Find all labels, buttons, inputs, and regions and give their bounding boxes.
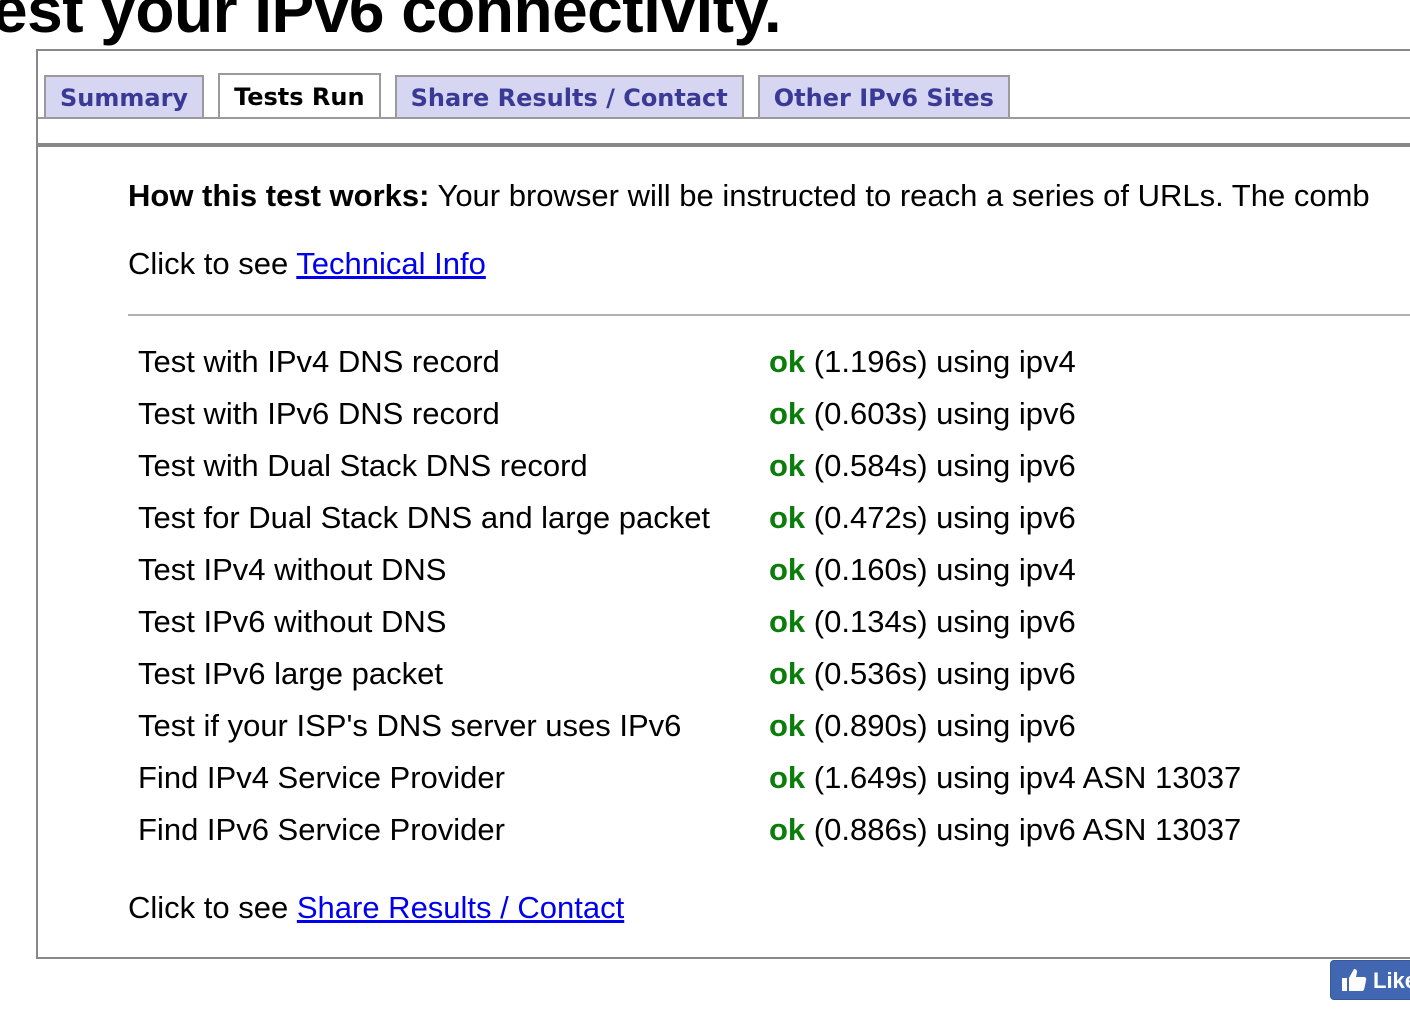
test-label: Test with Dual Stack DNS record (138, 448, 588, 483)
page: est your IPv6 connectivity. Summary Test… (0, 0, 1410, 1028)
test-result: ok (0.160s) using ipv4 (769, 544, 1076, 596)
technical-info-prefix: Click to see (128, 246, 297, 281)
technical-info-link[interactable]: Technical Info (296, 246, 486, 281)
how-test-works-heading: How this test works: (128, 178, 430, 213)
like-label: Like (1373, 968, 1410, 993)
share-results-prefix: Click to see (128, 890, 297, 925)
tab-share-results-contact[interactable]: Share Results / Contact (394, 75, 744, 119)
test-detail: (0.890s) using ipv6 (805, 708, 1076, 743)
status-ok: ok (769, 552, 806, 587)
test-label: Test for Dual Stack DNS and large packet (138, 500, 711, 535)
test-result: ok (0.603s) using ipv6 (769, 388, 1076, 440)
status-ok: ok (769, 344, 806, 379)
test-result: ok (0.886s) using ipv6 ASN 13037 (769, 804, 1241, 856)
status-ok: ok (769, 812, 806, 847)
share-results-line: Click to see Share Results / Contact (128, 884, 624, 932)
tab-other-ipv6-sites[interactable]: Other IPv6 Sites (757, 75, 1010, 119)
status-ok: ok (769, 500, 806, 535)
status-ok: ok (769, 708, 806, 743)
thumbs-up-icon (1342, 969, 1367, 992)
status-ok: ok (769, 604, 806, 639)
test-detail: (0.603s) using ipv6 (805, 396, 1076, 431)
tab-tests-run[interactable]: Tests Run (218, 73, 381, 119)
test-label: Test IPv4 without DNS (138, 552, 447, 587)
test-detail: (0.584s) using ipv6 (805, 448, 1076, 483)
test-result: ok (0.134s) using ipv6 (769, 596, 1076, 648)
status-ok: ok (769, 448, 806, 483)
test-detail: (1.196s) using ipv4 (805, 344, 1076, 379)
facebook-like-button[interactable]: Like (1330, 960, 1410, 1000)
tab-summary[interactable]: Summary (44, 75, 205, 119)
share-results-link[interactable]: Share Results / Contact (297, 890, 624, 925)
test-result: ok (1.196s) using ipv4 (769, 336, 1076, 388)
test-detail: (0.160s) using ipv4 (805, 552, 1076, 587)
how-test-works-text: Your browser will be instructed to reach… (429, 178, 1370, 213)
test-label: Test with IPv6 DNS record (138, 396, 500, 431)
status-ok: ok (769, 656, 806, 691)
tab-divider (38, 143, 1410, 147)
test-result: ok (0.584s) using ipv6 (769, 440, 1076, 492)
status-ok: ok (769, 396, 806, 431)
test-label: Test IPv6 large packet (138, 656, 443, 691)
test-detail: (0.536s) using ipv6 (805, 656, 1076, 691)
test-label: Test if your ISP's DNS server uses IPv6 (138, 708, 682, 743)
test-result: ok (0.536s) using ipv6 (769, 648, 1076, 700)
how-test-works: How this test works: Your browser will b… (128, 172, 1370, 220)
test-result: ok (1.649s) using ipv4 ASN 13037 (769, 752, 1241, 804)
test-label: Test IPv6 without DNS (138, 604, 447, 639)
test-result: ok (0.472s) using ipv6 (769, 492, 1076, 544)
tab-bar: Summary Tests Run Share Results / Contac… (44, 73, 1024, 119)
section-separator (128, 314, 1410, 316)
test-label: Find IPv4 Service Provider (138, 760, 505, 795)
page-headline: est your IPv6 connectivity. (0, 0, 782, 46)
test-detail: (0.134s) using ipv6 (805, 604, 1076, 639)
status-ok: ok (769, 760, 806, 795)
technical-info-line: Click to see Technical Info (128, 240, 486, 288)
tab-underline (38, 117, 1410, 119)
test-label: Find IPv6 Service Provider (138, 812, 505, 847)
test-detail: (0.472s) using ipv6 (805, 500, 1076, 535)
test-label: Test with IPv4 DNS record (138, 344, 500, 379)
test-detail: (0.886s) using ipv6 ASN 13037 (805, 812, 1242, 847)
test-detail: (1.649s) using ipv4 ASN 13037 (805, 760, 1242, 795)
test-result: ok (0.890s) using ipv6 (769, 700, 1076, 752)
